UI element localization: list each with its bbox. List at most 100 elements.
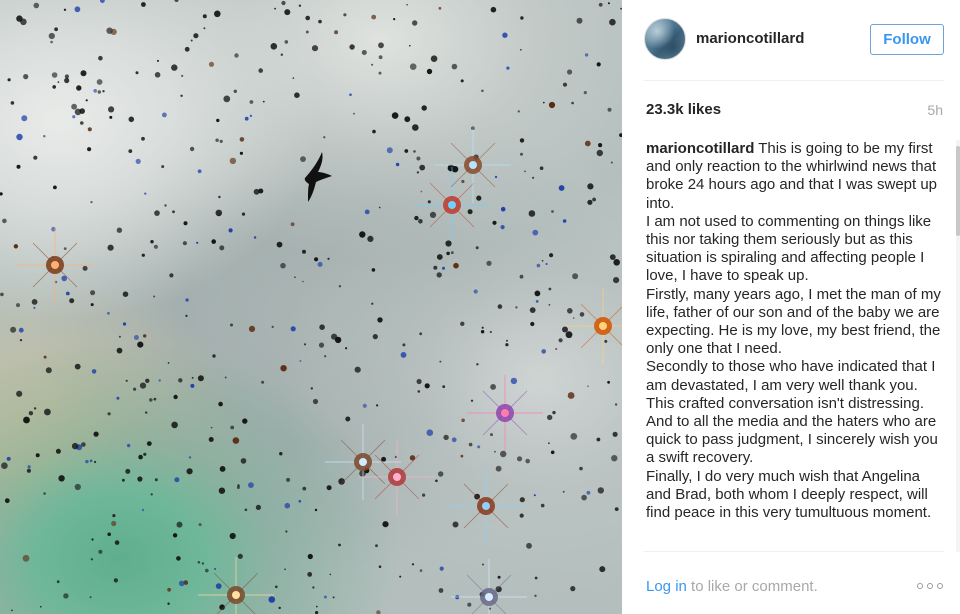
footer-divider	[644, 551, 944, 552]
star-speck	[367, 235, 374, 242]
star-speck	[174, 0, 179, 2]
star-speck	[372, 129, 376, 134]
star-speck	[305, 15, 311, 21]
star-speck	[284, 502, 291, 509]
star-speck	[0, 292, 4, 297]
bright-star	[198, 557, 274, 614]
star-speck	[157, 59, 159, 62]
star-speck	[438, 6, 442, 10]
star-speck	[586, 490, 591, 495]
star-speck	[359, 231, 366, 238]
star-speck	[477, 445, 481, 449]
star-speck	[154, 210, 160, 216]
star-speck	[381, 456, 387, 462]
star-speck	[239, 137, 245, 142]
star-speck	[420, 190, 423, 193]
star-speck	[268, 596, 276, 603]
star-speck	[416, 156, 421, 161]
star-speck	[215, 209, 223, 217]
star-speck	[468, 442, 473, 447]
star-speck	[307, 572, 313, 577]
post-image[interactable]	[0, 0, 622, 614]
star-speck	[433, 265, 438, 270]
star-speck	[579, 466, 583, 471]
star-speck	[614, 403, 618, 406]
star-speck	[587, 385, 589, 388]
more-dot-icon	[927, 583, 933, 589]
star-speck	[21, 115, 28, 122]
star-speck	[94, 460, 97, 464]
star-speck	[26, 468, 31, 473]
avatar[interactable]	[644, 18, 686, 60]
star-speck	[539, 166, 544, 170]
star-speck	[536, 263, 541, 268]
more-dot-icon	[917, 583, 923, 589]
star-speck	[302, 486, 307, 491]
login-link[interactable]: Log in	[646, 578, 687, 595]
star-speck	[610, 161, 613, 164]
star-speck	[215, 583, 222, 589]
more-options-icon[interactable]	[917, 579, 943, 593]
star-speck	[174, 477, 180, 483]
star-speck	[10, 101, 15, 105]
caption-scroll-area[interactable]: marioncotillard This is going to be my f…	[646, 140, 946, 552]
star-speck	[413, 150, 416, 153]
star-speck	[490, 6, 497, 13]
star-speck	[562, 490, 565, 493]
star-speck	[500, 225, 505, 230]
caption-scrollbar-thumb[interactable]	[956, 146, 960, 236]
star-speck	[0, 192, 3, 196]
star-speck	[138, 454, 143, 460]
star-speck	[329, 573, 332, 576]
star-speck	[196, 241, 199, 244]
star-speck	[97, 90, 102, 94]
star-speck	[361, 50, 367, 55]
star-speck	[270, 43, 278, 50]
star-speck	[240, 458, 247, 464]
star-speck	[74, 6, 81, 13]
star-speck	[87, 147, 92, 152]
star-speck	[284, 40, 289, 44]
star-speck	[197, 375, 204, 382]
star-speck	[353, 112, 355, 115]
star-speck	[56, 580, 60, 584]
bright-star	[435, 127, 511, 203]
star-speck	[525, 458, 530, 464]
star-speck	[241, 212, 246, 216]
star-speck	[506, 339, 508, 342]
star-speck	[74, 108, 82, 116]
star-speck	[139, 382, 147, 389]
star-speck	[16, 164, 21, 169]
star-speck	[262, 100, 265, 103]
star-speck	[258, 68, 264, 73]
star-speck	[411, 563, 415, 566]
star-speck	[145, 411, 148, 414]
star-speck	[517, 110, 520, 113]
star-speck	[16, 303, 20, 308]
star-speck	[258, 188, 264, 194]
star-speck	[50, 40, 53, 44]
header-username[interactable]: marioncotillard	[696, 30, 804, 47]
caption-username[interactable]: marioncotillard	[646, 140, 754, 157]
star-speck	[16, 133, 23, 141]
star-speck	[219, 466, 226, 472]
star-speck	[418, 219, 423, 224]
star-speck	[189, 146, 195, 152]
star-speck	[492, 220, 497, 225]
likes-count[interactable]: 23.3k likes	[646, 101, 721, 118]
star-speck	[310, 387, 313, 390]
star-speck	[261, 380, 265, 384]
star-speck	[376, 404, 379, 407]
bright-star	[359, 439, 435, 515]
star-speck	[430, 55, 438, 62]
star-speck	[93, 431, 99, 437]
star-speck	[460, 79, 464, 83]
star-speck	[33, 2, 40, 9]
star-speck	[338, 285, 342, 288]
post-timestamp[interactable]: 5h	[927, 102, 943, 118]
star-speck	[607, 380, 610, 384]
star-speck	[154, 478, 158, 482]
follow-button[interactable]: Follow	[870, 24, 944, 55]
star-speck	[91, 538, 94, 541]
caption-text: marioncotillard This is going to be my f…	[646, 140, 946, 522]
